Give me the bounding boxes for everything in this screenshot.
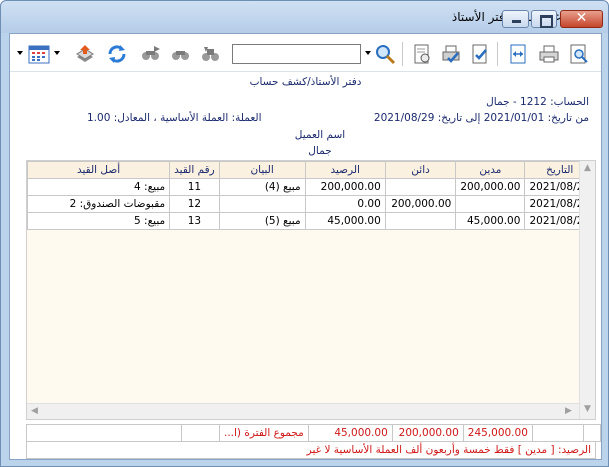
cell-statement: مبيع (4) [218,178,306,196]
cell-entry-origin: مبيع: 4 [26,178,171,196]
vertical-scrollbar[interactable]: ▲ ▼ [579,161,595,419]
ledger-table: أصل القيد رقم القيد البيان الرصيد دائن م… [26,161,595,230]
toolbar [10,34,601,72]
scroll-up-arrow-icon[interactable]: ▲ [584,163,591,173]
totals-table: مجموع الفترة (ا... 45,000.00 200,000.00 … [26,424,601,442]
cell-entry-origin: مقبوضات الصندوق: 2 [26,195,171,213]
cell-entry-origin: مبيع: 5 [26,212,171,230]
minimize-button[interactable] [502,10,529,28]
maximize-button[interactable] [531,10,557,28]
totals-empty-cell [582,424,601,442]
cell-debit [455,195,526,213]
col-header-entry-origin[interactable]: أصل القيد [26,161,171,179]
currency-label: العملة: العملة الأساسية ، المعادل: 1.00 [87,112,262,124]
col-header-entry-no[interactable]: رقم القيد [169,161,220,179]
balance-in-words: الرصيد: [ مدين ] فقط خمسة وأربعون ألف ال… [26,441,596,459]
scroll-left-arrow-icon[interactable]: ◀ [31,406,38,416]
totals-label: مجموع الفترة (ا... [219,424,309,442]
fit-page-icon[interactable] [507,43,529,65]
col-header-statement[interactable]: البيان [218,161,306,179]
totals-credit: 200,000.00 [391,424,464,442]
search-input[interactable] [232,44,361,64]
page-setup-icon[interactable] [411,43,433,65]
export-icon[interactable] [74,43,96,65]
totals-debit: 245,000.00 [462,424,533,442]
find-prev-icon[interactable] [170,43,192,65]
find-binoculars-icon[interactable] [200,43,222,65]
table-header-row: أصل القيد رقم القيد البيان الرصيد دائن م… [26,161,595,179]
totals-empty-cell [531,424,584,442]
totals-empty-cell [26,424,182,442]
table-row[interactable]: مبيع: 4 11 مبيع (4) 200,000.00 200,000.0… [26,178,595,196]
cell-statement [218,195,306,213]
customer-name-label: اسم العميل [294,129,346,141]
print-options-icon[interactable] [440,43,462,65]
checklist-icon[interactable] [469,43,491,65]
scroll-right-arrow-icon[interactable]: ▶ [565,406,572,416]
print-icon[interactable] [538,43,560,65]
refresh-icon[interactable] [106,43,128,65]
table-row[interactable]: مقبوضات الصندوق: 2 12 0.00 200,000.00 20… [26,195,595,213]
calendar-dropdown-icon[interactable] [54,51,60,55]
search-dropdown-icon[interactable] [365,51,371,55]
cell-balance: 200,000.00 [304,178,386,196]
ledger-grid[interactable]: أصل القيد رقم القيد البيان الرصيد دائن م… [26,160,596,420]
cell-credit [384,212,457,230]
find-next-icon[interactable] [140,43,162,65]
report-window: طباعة: تقرير دفتر الأستاذ ✕ [0,0,609,467]
cell-balance: 45,000.00 [304,212,386,230]
cell-credit [384,178,457,196]
cell-statement: مبيع (5) [218,212,306,230]
cell-entry-no: 11 [169,178,220,196]
print-preview-icon[interactable] [568,43,590,65]
date-range-label: من تاريخ: 2021/01/01 إلى تاريخ: 2021/08/… [373,112,589,124]
title-bar[interactable]: طباعة: تقرير دفتر الأستاذ ✕ [1,1,608,33]
totals-empty-cell [181,424,220,442]
toolbar-separator [497,42,498,66]
close-icon: ✕ [575,10,588,26]
cell-entry-no: 12 [169,195,220,213]
scroll-down-arrow-icon[interactable]: ▼ [584,404,591,414]
toolbar-menu-dropdown-icon[interactable] [17,51,23,55]
customer-name-value: جمال [308,145,332,157]
report-title: دفتر الأستاذ/كشف حساب [249,76,362,88]
horizontal-scrollbar[interactable]: ◀ ▶ [27,403,579,419]
account-label: الحساب: 1212 - جمال [486,96,589,108]
col-header-credit[interactable]: دائن [384,161,457,179]
col-header-balance[interactable]: الرصيد [304,161,386,179]
cell-debit: 200,000.00 [455,178,526,196]
totals-row: مجموع الفترة (ا... 45,000.00 200,000.00 … [26,424,601,442]
totals-balance: 45,000.00 [307,424,393,442]
cell-debit: 45,000.00 [455,212,526,230]
cell-entry-no: 13 [169,212,220,230]
search-icon[interactable] [374,43,396,65]
report-client-area: دفتر الأستاذ/كشف حساب الحساب: 1212 - جما… [9,33,602,460]
col-header-debit[interactable]: مدين [455,161,526,179]
close-button[interactable]: ✕ [560,10,603,28]
cell-balance: 0.00 [304,195,386,213]
table-row[interactable]: مبيع: 5 13 مبيع (5) 45,000.00 45,000.00 … [26,212,595,230]
toolbar-separator [402,42,403,66]
cell-credit: 200,000.00 [384,195,457,213]
calendar-icon[interactable] [28,43,50,65]
